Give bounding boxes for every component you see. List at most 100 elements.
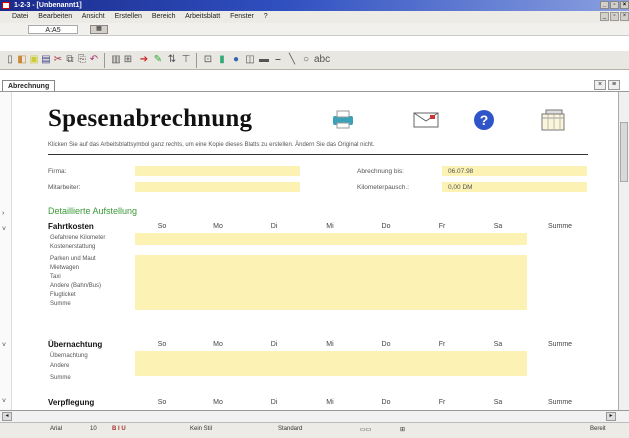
diagonal-icon[interactable]: ╲ <box>286 54 298 66</box>
horizontal-scrollbar[interactable]: ◂ ▸ <box>0 411 629 423</box>
paintbrush-icon[interactable]: ✎ <box>152 54 164 66</box>
row-label: Parken und Maut <box>50 256 96 262</box>
status-mode: Bereit <box>590 426 606 432</box>
row-label: Taxi <box>50 274 61 280</box>
row-marker-icon: ˅ <box>2 398 7 405</box>
scroll-left-icon[interactable]: ◂ <box>2 412 12 421</box>
decimal-icon[interactable]: ▭▭ <box>360 426 371 433</box>
row-marker-icon: ˅ <box>2 342 7 349</box>
day-header: Fr <box>438 341 446 348</box>
cell-address-box[interactable]: A:A5 <box>28 25 78 34</box>
row-label: Flugticket <box>50 292 76 298</box>
row-label: Übernachtung <box>50 353 88 359</box>
table-icon[interactable]: ⊡ <box>202 54 214 66</box>
day-header: Di <box>270 341 278 348</box>
svg-text:?: ? <box>480 112 489 128</box>
label-km-pauschale: Kilometerpausch.: <box>357 184 410 191</box>
doc-close-button[interactable]: × <box>620 12 629 21</box>
globe-icon[interactable]: ● <box>230 54 242 66</box>
chart-icon[interactable]: ▥ <box>110 54 122 66</box>
insert-row-icon[interactable]: ⊤ <box>180 54 192 66</box>
status-style[interactable]: Kein Stil <box>190 426 212 432</box>
menu-edit[interactable]: Bearbeiten <box>38 13 72 20</box>
formula-bar: A:A5 ▦ <box>0 23 629 36</box>
day-header: Do <box>381 399 391 406</box>
line-icon[interactable]: ⎯ <box>272 54 284 66</box>
text-tool-icon[interactable]: abc <box>314 54 330 66</box>
section-title-verpflegung: Verpflegung <box>48 398 95 407</box>
scroll-thumb[interactable] <box>620 122 628 182</box>
row-label: Andere (Bahn/Bus) <box>50 283 102 289</box>
map-icon[interactable]: ◫ <box>244 54 256 66</box>
field-mitarbeiter[interactable] <box>135 182 300 192</box>
menu-sheet[interactable]: Arbeitsblatt <box>185 13 220 20</box>
menu-create[interactable]: Erstellen <box>115 13 142 20</box>
label-firma: Firma: <box>48 168 67 175</box>
bar-chart-icon[interactable]: ▮ <box>216 54 228 66</box>
value-km-pauschale: 0,00 DM <box>448 184 473 191</box>
print-icon[interactable]: ▤ <box>40 54 52 66</box>
input-block-costs[interactable] <box>135 255 527 310</box>
row-label: Summe <box>50 301 71 307</box>
printer-icon[interactable] <box>330 108 356 130</box>
day-header: Mi <box>326 341 334 348</box>
status-font[interactable]: Arial <box>50 426 62 432</box>
status-format[interactable]: Standard <box>278 426 302 432</box>
day-header: Mo <box>213 399 223 406</box>
menu-window[interactable]: Fenster <box>230 13 254 20</box>
copy-icon[interactable]: ⧉ <box>64 54 76 66</box>
toolbar: ▯ ◧ ▣ ▤ ✂ ⧉ ⎘ ↶ ▥ ⊞ ➔ ✎ ⇅ ⊤ ⊡ ▮ ● ◫ ▬ ⎯ … <box>0 50 629 70</box>
new-file-icon[interactable]: ▯ <box>4 54 16 66</box>
input-block-uebernachtung[interactable] <box>135 351 527 376</box>
open-file-icon[interactable]: ◧ <box>16 54 28 66</box>
navigator-button[interactable]: ▦ <box>90 25 108 34</box>
save-icon[interactable]: ▣ <box>28 54 40 66</box>
menu-help[interactable]: ? <box>264 13 268 20</box>
toolbar-separator <box>196 53 197 68</box>
form-title: Spesenabrechnung <box>48 105 253 132</box>
scroll-right-icon[interactable]: ▸ <box>606 412 616 421</box>
arrow-right-icon[interactable]: ➔ <box>138 54 150 66</box>
close-sheet-icon[interactable]: × <box>594 80 606 90</box>
day-header: So <box>157 223 167 230</box>
status-bar: ◂ ▸ Arial 10 B I U Kein Stil Standard ▭▭… <box>0 410 629 438</box>
range-icon[interactable]: ⊞ <box>122 54 134 66</box>
day-header: Summe <box>547 341 573 348</box>
sheet-tab-abrechnung[interactable]: Abrechnung <box>2 80 56 91</box>
sort-icon[interactable]: ⇅ <box>166 54 178 66</box>
doc-minimize-button[interactable]: _ <box>600 12 609 21</box>
app-icon[interactable] <box>2 2 10 9</box>
detail-heading: Detaillierte Aufstellung <box>48 206 138 216</box>
ellipse-icon[interactable]: ○ <box>300 54 312 66</box>
menu-view[interactable]: Ansicht <box>82 13 105 20</box>
vertical-scrollbar[interactable] <box>618 92 629 410</box>
row-marker-icon: ˅ <box>2 226 7 233</box>
row-label: Kostenerstattung <box>50 244 96 250</box>
row-label: Summe <box>50 375 71 381</box>
doc-restore-button[interactable]: ▫ <box>610 12 619 21</box>
arrow-marker-icon: › <box>2 210 5 217</box>
input-block-km[interactable] <box>135 233 527 245</box>
text-style-icons[interactable]: B I U <box>112 426 126 432</box>
copy-sheet-icon[interactable] <box>540 108 568 132</box>
field-firma[interactable] <box>135 166 300 176</box>
box-icon[interactable]: ▬ <box>258 54 270 66</box>
day-header: Summe <box>547 399 573 406</box>
day-header: Di <box>270 399 278 406</box>
menu-file[interactable]: Datei <box>12 13 28 20</box>
row-gutter: › ˅ ˅ ˅ <box>0 92 12 410</box>
mail-icon[interactable] <box>412 108 440 130</box>
paste-icon[interactable]: ⎘ <box>76 54 88 66</box>
status-font-size[interactable]: 10 <box>90 426 97 432</box>
row-label: Mietwagen <box>50 265 80 271</box>
calc-icon[interactable]: ⊞ <box>400 426 405 433</box>
cut-icon[interactable]: ✂ <box>52 54 64 66</box>
help-icon[interactable]: ? <box>472 108 496 132</box>
new-sheet-icon[interactable]: ≡ <box>608 80 620 90</box>
maximize-button[interactable]: ▫ <box>610 1 619 9</box>
close-button[interactable]: × <box>620 1 629 9</box>
minimize-button[interactable]: _ <box>600 1 609 9</box>
day-header: Di <box>270 223 278 230</box>
menu-range[interactable]: Bereich <box>152 13 176 20</box>
undo-icon[interactable]: ↶ <box>88 54 100 66</box>
